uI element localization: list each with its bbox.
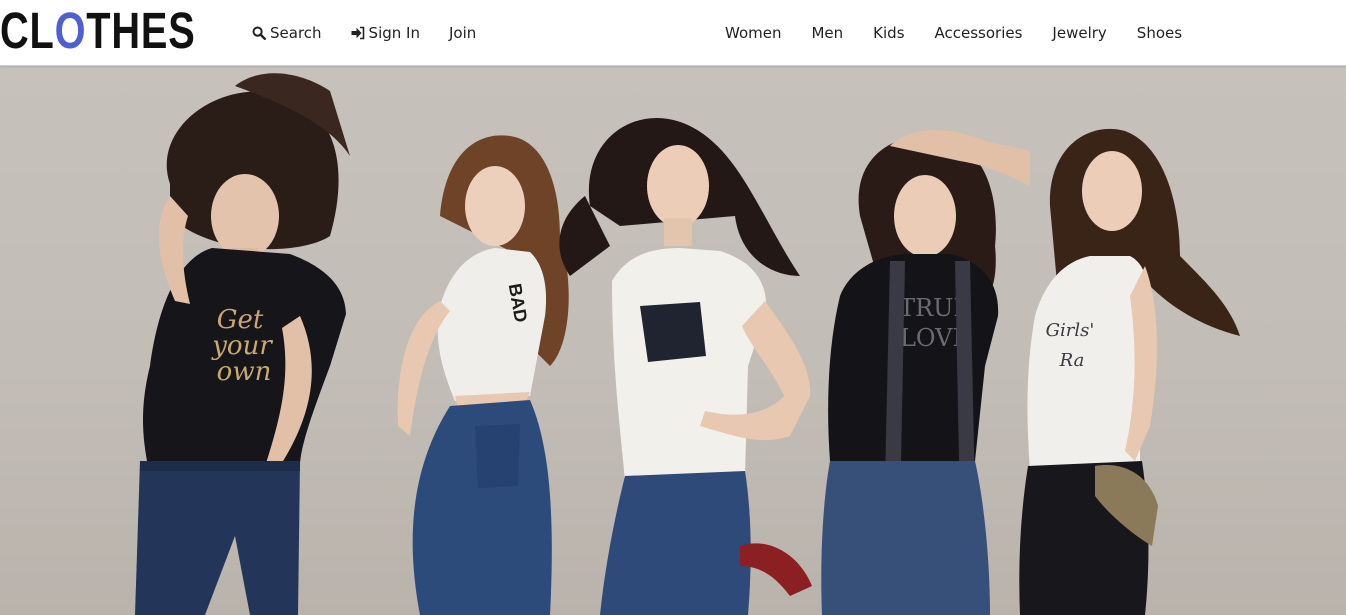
category-nav: Women Men Kids Accessories Jewelry Shoes: [725, 22, 1182, 44]
logo-prefix: CL: [0, 2, 55, 59]
join-link[interactable]: Join: [449, 22, 476, 44]
model-3: [559, 117, 812, 615]
nav-kids-label: Kids: [873, 24, 905, 42]
account-nav: Search Sign In Join: [252, 22, 505, 44]
search-link[interactable]: Search: [252, 22, 322, 44]
search-link-label: Search: [270, 24, 322, 42]
model-2: BAD: [397, 135, 569, 615]
search-icon: [252, 26, 266, 40]
model-4: TRUE LOVE: [821, 130, 1030, 615]
nav-men[interactable]: Men: [811, 22, 843, 44]
hero-banner: Get your own BAD TRUE LOVE Girls' Ra: [0, 66, 1346, 615]
site-logo[interactable]: CLOTHES: [0, 5, 196, 56]
logo-accent-letter: O: [54, 2, 87, 59]
nav-kids[interactable]: Kids: [873, 22, 904, 44]
top-navbar: CLOTHES Search Sign In Join Women Men Ki…: [0, 0, 1346, 66]
svg-text:own: own: [217, 357, 272, 387]
nav-women-label: Women: [725, 24, 782, 42]
join-link-label: Join: [448, 24, 477, 42]
logo-suffix: THES: [86, 2, 196, 59]
sign-in-link-label: Sign In: [368, 24, 420, 42]
svg-text:Ra: Ra: [1059, 350, 1085, 371]
nav-shoes[interactable]: Shoes: [1137, 22, 1182, 44]
nav-shoes-label: Shoes: [1136, 24, 1183, 42]
nav-jewelry-label: Jewelry: [1052, 24, 1107, 42]
nav-women[interactable]: Women: [725, 22, 781, 44]
nav-men-label: Men: [811, 24, 844, 42]
nav-jewelry[interactable]: Jewelry: [1052, 22, 1106, 44]
sign-in-link[interactable]: Sign In: [351, 22, 420, 44]
nav-accessories-label: Accessories: [934, 24, 1023, 42]
nav-accessories[interactable]: Accessories: [935, 22, 1023, 44]
hero-photo: Get your own BAD TRUE LOVE Girls' Ra: [135, 73, 1240, 615]
model-5: Girls' Ra: [1019, 128, 1240, 615]
svg-text:Girls': Girls': [1046, 320, 1095, 341]
model-1: Get your own: [135, 73, 350, 615]
sign-in-icon: [351, 26, 365, 40]
